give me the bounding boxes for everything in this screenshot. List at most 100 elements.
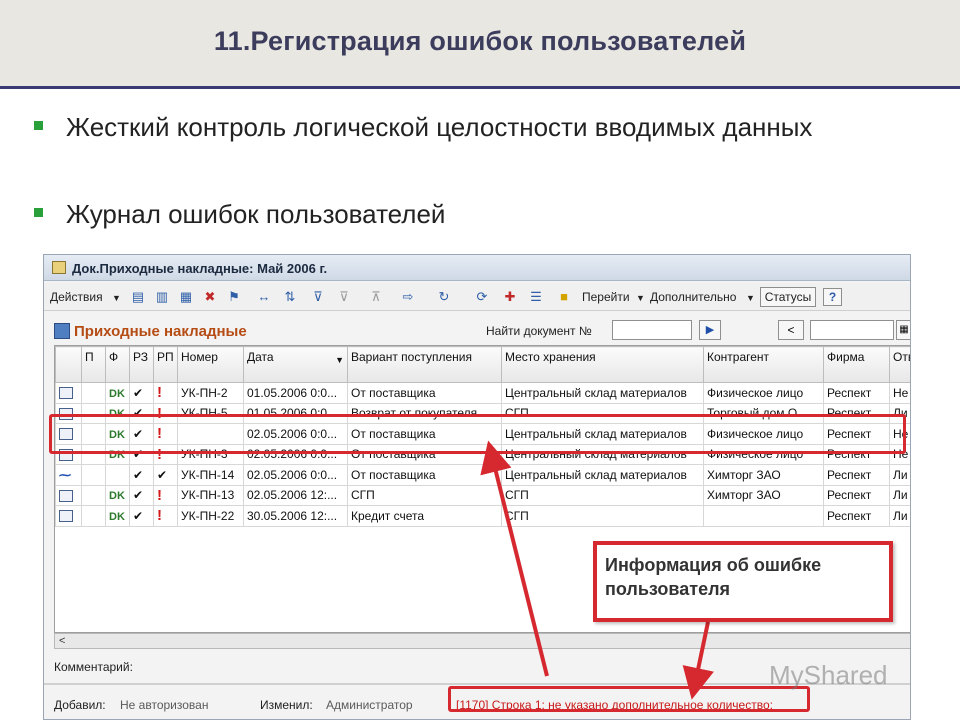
calendar-icon[interactable]: ▦ bbox=[896, 320, 910, 340]
column-header[interactable]: Вариант поступления bbox=[347, 346, 502, 383]
column-header[interactable]: Номер bbox=[177, 346, 244, 383]
journal-icon bbox=[54, 323, 70, 339]
refresh-icon[interactable]: ↻ bbox=[436, 289, 452, 305]
cell-responsible[interactable]: Ли bbox=[889, 505, 910, 527]
cell-counterparty[interactable]: Физическое лицо bbox=[703, 382, 824, 404]
cell-firm[interactable]: Респект bbox=[823, 382, 890, 404]
cell-date[interactable]: 02.05.2006 0:0... bbox=[243, 464, 348, 486]
funnel-off-icon[interactable]: ⊽ bbox=[336, 289, 352, 305]
edit-icon[interactable]: ▦ bbox=[178, 289, 194, 305]
cell: ✔ bbox=[129, 484, 154, 506]
table-row[interactable]: DK ✔! УК-ПН-13 02.05.2006 12:... СГП СГП Химто… bbox=[55, 484, 910, 506]
error-icon: ! bbox=[157, 507, 162, 525]
cell-counterparty[interactable] bbox=[703, 505, 824, 527]
cell-number[interactable]: УК-ПН-2 bbox=[177, 382, 244, 404]
square-icon[interactable]: ■ bbox=[556, 289, 572, 305]
cell bbox=[105, 464, 130, 486]
cell-number[interactable]: УК-ПН-14 bbox=[177, 464, 244, 486]
cell-number[interactable]: УК-ПН-13 bbox=[177, 484, 244, 506]
cell bbox=[81, 464, 106, 486]
changed-value: Администратор bbox=[326, 698, 413, 712]
column-header[interactable]: Место хранения bbox=[501, 346, 704, 383]
cell-variant[interactable]: От поставщика bbox=[347, 464, 502, 486]
post-icon[interactable]: ⇨ bbox=[400, 289, 416, 305]
statuses-button[interactable]: Статусы bbox=[760, 287, 816, 307]
cell-variant[interactable]: От поставщика bbox=[347, 382, 502, 404]
find-go-button[interactable]: ▶ bbox=[699, 320, 721, 340]
column-header[interactable]: Фирма bbox=[823, 346, 890, 383]
cell-number[interactable]: УК-ПН-22 bbox=[177, 505, 244, 527]
cell-storage[interactable]: СГП bbox=[501, 505, 704, 527]
error-info-callout: Информация об ошибке пользователя bbox=[593, 541, 893, 622]
column-header[interactable]: РП bbox=[153, 346, 178, 383]
horizontal-scrollbar[interactable]: < bbox=[54, 633, 910, 649]
cell-date[interactable]: 30.05.2006 12:... bbox=[243, 505, 348, 527]
column-header[interactable]: Отв bbox=[889, 346, 910, 383]
cell-counterparty[interactable]: Химторг ЗАО bbox=[703, 484, 824, 506]
document-icon bbox=[59, 510, 73, 523]
row-status-cell bbox=[55, 505, 82, 527]
column-header-date[interactable]: Дата ▼ bbox=[243, 346, 348, 383]
row-status-cell bbox=[55, 382, 82, 404]
posted-icon: ⁓ bbox=[59, 467, 71, 482]
goto-menu[interactable]: Перейти bbox=[582, 290, 630, 304]
watermark-logo: MyShared bbox=[769, 660, 888, 690]
scroll-left-icon[interactable]: < bbox=[59, 634, 65, 648]
column-header[interactable]: Контрагент bbox=[703, 346, 824, 383]
column-header[interactable]: П bbox=[81, 346, 106, 383]
header-divider bbox=[0, 86, 960, 89]
cell-variant[interactable]: СГП bbox=[347, 484, 502, 506]
copy-icon[interactable]: ▥ bbox=[154, 289, 170, 305]
help-button[interactable]: ? bbox=[823, 288, 842, 306]
check-icon: ✔ bbox=[157, 467, 168, 482]
cell: ✔ bbox=[153, 464, 178, 486]
tree-icon[interactable]: ☰ bbox=[528, 289, 544, 305]
cell bbox=[81, 484, 106, 506]
cell-date[interactable]: 01.05.2006 0:0... bbox=[243, 382, 348, 404]
cell-firm[interactable]: Респект bbox=[823, 464, 890, 486]
window-titlebar[interactable]: Док.Приходные накладные: Май 2006 г. bbox=[44, 255, 910, 281]
more-menu[interactable]: Дополнительно bbox=[650, 290, 736, 304]
history-icon[interactable]: ⟳ bbox=[474, 289, 490, 305]
cell-responsible[interactable]: Ли bbox=[889, 484, 910, 506]
period-input[interactable] bbox=[810, 320, 894, 340]
slide-header: 11.Регистрация ошибок пользователей bbox=[0, 0, 960, 86]
clear-filter-icon[interactable]: ⊼ bbox=[368, 289, 384, 305]
chevron-down-icon[interactable]: ▼ bbox=[746, 293, 755, 303]
table-row[interactable]: DK ✔! УК-ПН-2 01.05.2006 0:0... От поставщик… bbox=[55, 382, 910, 404]
bullet-text: Журнал ошибок пользователей bbox=[66, 199, 446, 229]
cell: ✔ bbox=[129, 464, 154, 486]
prev-period-button[interactable]: < bbox=[778, 320, 804, 340]
arrows-icon[interactable]: ↔ bbox=[256, 289, 272, 305]
cell-responsible[interactable]: Не bbox=[889, 382, 910, 404]
table-row[interactable]: DK ✔! УК-ПН-22 30.05.2006 12:... Кредит счет… bbox=[55, 505, 910, 527]
add-icon[interactable]: ▤ bbox=[130, 289, 146, 305]
filter-icon[interactable]: ⚑ bbox=[226, 289, 242, 305]
document-icon bbox=[59, 489, 73, 502]
column-header[interactable]: Ф bbox=[105, 346, 130, 383]
actions-menu[interactable]: Действия bbox=[50, 290, 103, 304]
cell-storage[interactable]: Центральный склад материалов bbox=[501, 464, 704, 486]
column-header[interactable]: РЗ bbox=[129, 346, 154, 383]
toolbar: Действия ▼ ▤ ▥ ▦ ✖ ⚑ ↔ ⇅ ⊽ ⊽ ⊼ ⇨ ↻ ⟳ ✚ ☰… bbox=[44, 283, 910, 311]
column-header[interactable] bbox=[55, 346, 82, 383]
mark-icon[interactable]: ✚ bbox=[502, 289, 518, 305]
cell-responsible[interactable]: Ли bbox=[889, 464, 910, 486]
sort-icon[interactable]: ⇅ bbox=[282, 289, 298, 305]
funnel-icon[interactable]: ⊽ bbox=[310, 289, 326, 305]
added-value: Не авторизован bbox=[120, 698, 209, 712]
cell-variant[interactable]: Кредит счета bbox=[347, 505, 502, 527]
cell-counterparty[interactable]: Химторг ЗАО bbox=[703, 464, 824, 486]
cell-storage[interactable]: Центральный склад материалов bbox=[501, 382, 704, 404]
chevron-down-icon[interactable]: ▼ bbox=[112, 293, 121, 303]
cell-firm[interactable]: Респект bbox=[823, 484, 890, 506]
find-document-input[interactable] bbox=[612, 320, 692, 340]
delete-icon[interactable]: ✖ bbox=[202, 289, 218, 305]
cell-date[interactable]: 02.05.2006 12:... bbox=[243, 484, 348, 506]
cell-firm[interactable]: Респект bbox=[823, 505, 890, 527]
check-icon: ✔ bbox=[133, 467, 144, 482]
cell-storage[interactable]: СГП bbox=[501, 484, 704, 506]
chevron-down-icon[interactable]: ▼ bbox=[636, 293, 645, 303]
changed-label: Изменил: bbox=[260, 698, 313, 712]
table-row[interactable]: ⁓ ✔ ✔ УК-ПН-14 02.05.2006 0:0... От поставщик… bbox=[55, 464, 910, 486]
